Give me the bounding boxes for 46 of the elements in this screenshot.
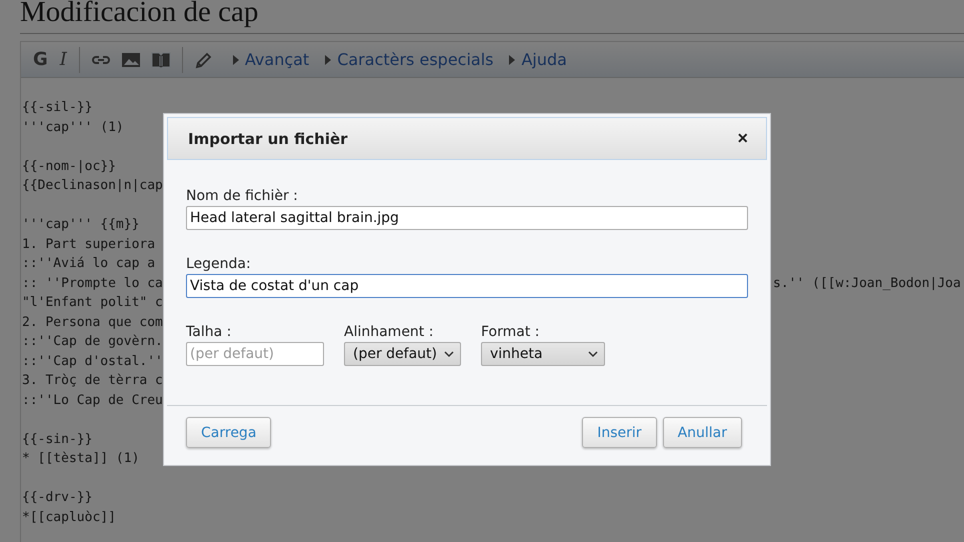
field-label: Talha :	[186, 323, 232, 341]
dropdown[interactable]: vinheta	[481, 342, 605, 366]
code-line: "l'Enfant polit" c	[22, 295, 163, 310]
field-label: Legenda:	[186, 255, 252, 273]
code-line: s.'' ([[w:Joan_Bodon|Joa	[773, 274, 961, 292]
code-line: {{-sil-}}	[22, 100, 92, 115]
toolbar-menu[interactable]: Ajuda	[509, 50, 567, 69]
book-icon[interactable]	[150, 50, 171, 70]
insert-button[interactable]: Inserir	[582, 417, 657, 448]
upload-button[interactable]: Carrega	[186, 417, 272, 448]
caret-icon	[232, 54, 239, 64]
code-line: {{-nom-|oc}}	[22, 158, 116, 174]
code-line: ::''Lo Cap de Creu	[22, 392, 163, 408]
code-line: ::''Cap d'ostal.''	[22, 354, 163, 368]
code-line: *[[capluòc]]	[22, 510, 116, 524]
bold-button[interactable]: G	[29, 46, 52, 72]
field-label: Format :	[481, 323, 541, 341]
code-line: :: ''Prompte lo ca	[22, 276, 163, 290]
caption-field[interactable]: Vista de costat d'un cap	[186, 274, 748, 298]
field-label: Nom de fichièr :	[186, 187, 299, 205]
code-line: 1. Part superiora	[22, 236, 156, 252]
code-line: 2. Persona que com	[22, 314, 163, 330]
code-line: {{-drv-}}	[22, 490, 92, 505]
close-button[interactable]: ×	[737, 128, 748, 149]
chevron-icon	[444, 350, 454, 358]
caret-icon	[509, 54, 516, 64]
toolbar-menu[interactable]: Avançat	[232, 50, 310, 69]
italic-button[interactable]: I	[56, 46, 71, 72]
code-line: '''cap''' {{m}}	[22, 217, 140, 232]
chevron-icon	[588, 350, 598, 358]
code-line: ::''Aviá lo cap a	[22, 256, 156, 271]
filename-field[interactable]: Head lateral sagittal brain.jpg	[186, 206, 748, 230]
code-line: {{Declinason|n|cap	[22, 178, 163, 193]
cancel-button[interactable]: Anullar	[662, 417, 742, 448]
caret-icon	[325, 54, 332, 64]
page-title: Modificacion de cap	[20, 0, 260, 30]
size-field[interactable]: (per defaut)	[186, 342, 324, 366]
dialog-title: Importar un fichièr	[188, 130, 348, 148]
dropdown[interactable]: (per defaut)	[344, 342, 461, 366]
code-line: ::''Cap de govèrn.	[22, 334, 163, 349]
toolbar-menu[interactable]: Caractèrs especials	[325, 50, 494, 69]
code-line: * [[tèsta]] (1)	[22, 451, 140, 466]
code-line: 3. Tròç de tèrra c	[22, 373, 163, 388]
field-label: Alinhament :	[344, 323, 434, 341]
code-line: {{-sin-}}	[22, 432, 92, 446]
code-line: '''cap''' (1)	[22, 120, 124, 134]
